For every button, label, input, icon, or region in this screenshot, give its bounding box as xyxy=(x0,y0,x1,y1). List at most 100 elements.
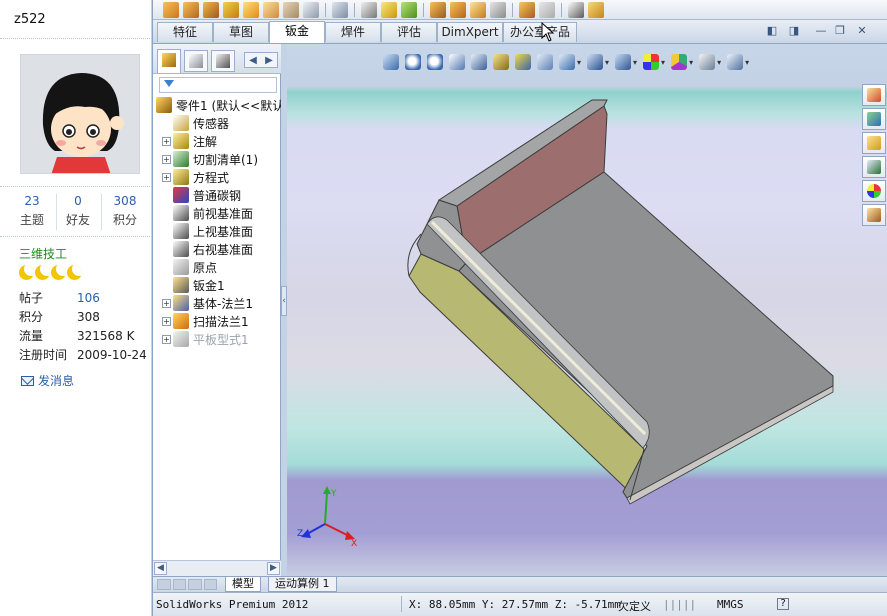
tree-item-cut-list[interactable]: + 切割清单(1) xyxy=(162,150,258,168)
command-toolbar xyxy=(153,0,887,20)
tab-feature-manager[interactable] xyxy=(157,49,181,73)
tree-item-top-plane[interactable]: 上视基准面 xyxy=(162,222,253,240)
task-pane-design-library[interactable] xyxy=(862,108,886,130)
revolved-boss-icon[interactable] xyxy=(183,1,199,18)
rib-icon[interactable] xyxy=(283,1,299,18)
hem-icon[interactable] xyxy=(401,1,417,18)
status-units[interactable]: MMGS xyxy=(717,598,744,611)
tab-property-manager[interactable] xyxy=(184,50,208,72)
stat-friends[interactable]: 0 好友 xyxy=(57,194,99,228)
task-pane-resources[interactable] xyxy=(862,84,886,106)
reference-geometry-icon[interactable] xyxy=(332,1,348,18)
model-tabs-bar: 模型 运动算例 1 xyxy=(153,576,887,592)
tree-item-origin[interactable]: 原点 xyxy=(162,258,217,276)
tree-item-annotations[interactable]: + 注解 xyxy=(162,132,217,150)
tree-item-flat-pattern[interactable]: + 平板型式1 xyxy=(162,330,249,348)
restore-icon[interactable]: ❐ xyxy=(833,25,847,38)
sheet-metal-part-model[interactable] xyxy=(287,44,887,576)
task-pane-view-palette[interactable] xyxy=(862,156,886,178)
tab-sketch[interactable]: 草图 xyxy=(213,22,269,42)
tree-item-swept-flange[interactable]: + 扫描法兰1 xyxy=(162,312,249,330)
tree-item-sheet-metal[interactable]: 钣金1 xyxy=(162,276,225,294)
status-help-icon[interactable]: ? xyxy=(777,598,789,610)
expand-icon[interactable]: + xyxy=(162,316,171,326)
extruded-boss-icon[interactable] xyxy=(163,1,179,18)
fold-icon[interactable] xyxy=(450,1,466,18)
tab-configuration-manager[interactable] xyxy=(211,50,235,72)
mouse-cursor-icon xyxy=(541,22,555,42)
expand-icon[interactable]: + xyxy=(162,334,171,344)
avatar[interactable] xyxy=(20,54,140,174)
previous-window-icon[interactable]: ◧ xyxy=(765,25,779,38)
panel-tabs: ◀ ▶ xyxy=(153,44,281,74)
tree-node-label: 方程式 xyxy=(193,170,230,185)
username[interactable]: z522 xyxy=(14,12,46,27)
expand-icon[interactable]: + xyxy=(162,154,171,164)
info-traffic: 流量 321568 K xyxy=(19,327,135,344)
stat-topics[interactable]: 23 主题 xyxy=(11,194,53,228)
tree-item-equations[interactable]: + 方程式 xyxy=(162,168,229,186)
insert-bends-icon[interactable] xyxy=(568,1,584,18)
tab-motion-study-1[interactable]: 运动算例 1 xyxy=(268,577,337,592)
feature-filter-input[interactable] xyxy=(159,77,277,93)
tab-model[interactable]: 模型 xyxy=(225,577,261,592)
task-pane-file-explorer[interactable] xyxy=(862,132,886,154)
tree-item-material[interactable]: 普通碳钢 xyxy=(162,186,241,204)
draft-icon[interactable] xyxy=(303,1,319,18)
tree-root-part[interactable]: 零件1 (默认<<默认 xyxy=(156,96,284,114)
sheet-metal-flange-icon[interactable] xyxy=(381,1,397,18)
stat-points[interactable]: 308 积分 xyxy=(104,194,146,228)
expand-icon[interactable]: + xyxy=(162,172,171,182)
tab-features[interactable]: 特征 xyxy=(157,22,213,42)
stat-value[interactable]: 0 xyxy=(57,194,99,208)
next-window-icon[interactable]: ◨ xyxy=(787,25,801,38)
send-message-link[interactable]: 发消息 xyxy=(21,372,74,389)
previous-tab-icon[interactable] xyxy=(172,579,186,590)
tree-item-front-plane[interactable]: 前视基准面 xyxy=(162,204,253,222)
task-pane-appearances[interactable] xyxy=(862,180,886,202)
next-tab-icon[interactable] xyxy=(188,579,202,590)
scroll-left-icon[interactable]: ◀ xyxy=(154,562,167,575)
info-key: 积分 xyxy=(19,310,44,324)
stat-value[interactable]: 308 xyxy=(104,194,146,208)
tab-sheet-metal[interactable]: 钣金 xyxy=(269,21,325,43)
expand-icon[interactable]: + xyxy=(162,298,171,308)
close-icon[interactable]: ✕ xyxy=(855,25,869,38)
panel-tab-scroller[interactable]: ◀ ▶ xyxy=(244,52,278,68)
origin-icon xyxy=(173,259,189,275)
swept-flange-icon xyxy=(173,313,189,329)
tab-dimxpert[interactable]: DimXpert xyxy=(437,22,503,42)
chevron-right-icon[interactable]: ▶ xyxy=(265,55,273,66)
info-value[interactable]: 106 xyxy=(77,291,100,305)
tree-item-right-plane[interactable]: 右视基准面 xyxy=(162,240,253,258)
extruded-cut-icon[interactable] xyxy=(519,1,535,18)
tree-horizontal-scrollbar[interactable]: ◀ ▶ xyxy=(153,560,281,576)
tab-scroll-controls[interactable] xyxy=(157,579,217,590)
corner-relief-icon[interactable] xyxy=(539,1,555,18)
tab-office-products[interactable]: 办公室产品 xyxy=(503,22,577,42)
curves-icon[interactable] xyxy=(361,1,377,18)
tree-item-sensors[interactable]: 传感器 xyxy=(162,114,229,132)
tab-evaluate[interactable]: 评估 xyxy=(381,22,437,42)
unfold-icon[interactable] xyxy=(430,1,446,18)
graphics-area[interactable]: ▾ ▾ ▾ ▾ ▾ ▾ ▾ Y X Z xyxy=(287,44,887,576)
expand-icon[interactable]: + xyxy=(162,136,171,146)
appearances-icon xyxy=(867,184,881,198)
chevron-left-icon[interactable]: ◀ xyxy=(249,55,257,66)
no-bends-icon[interactable] xyxy=(490,1,506,18)
first-tab-icon[interactable] xyxy=(157,579,171,590)
fillet-icon[interactable] xyxy=(243,1,259,18)
send-message-label[interactable]: 发消息 xyxy=(38,372,74,389)
swept-boss-icon[interactable] xyxy=(203,1,219,18)
tree-item-base-flange[interactable]: + 基体-法兰1 xyxy=(162,294,253,312)
chamfer-icon[interactable] xyxy=(263,1,279,18)
flatten-icon[interactable] xyxy=(470,1,486,18)
scroll-right-icon[interactable]: ▶ xyxy=(267,562,280,575)
last-tab-icon[interactable] xyxy=(203,579,217,590)
lofted-boss-icon[interactable] xyxy=(223,1,239,18)
tab-weldments[interactable]: 焊件 xyxy=(325,22,381,42)
minimize-icon[interactable]: — xyxy=(814,25,828,38)
stat-value[interactable]: 23 xyxy=(11,194,53,208)
task-pane-custom-properties[interactable] xyxy=(862,204,886,226)
rip-icon[interactable] xyxy=(588,1,604,18)
